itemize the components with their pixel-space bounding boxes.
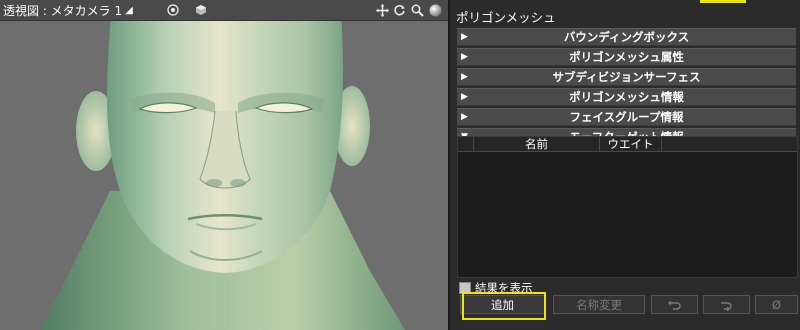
target-icon[interactable] xyxy=(166,3,180,17)
column-header-filler xyxy=(662,137,797,152)
section-face-group-info[interactable]: ▶ フェイスグループ情報 xyxy=(457,108,796,126)
expand-arrow-icon: ▶ xyxy=(461,72,468,82)
show-result-checkbox[interactable] xyxy=(459,282,471,294)
show-result-label: 結果を表示 xyxy=(475,281,533,295)
redo-arrow-button[interactable] xyxy=(703,295,750,314)
panel-title: ポリゴンメッシュ xyxy=(456,10,556,25)
table-header: 名前 ウエイト xyxy=(458,137,797,153)
accent-bar xyxy=(700,0,746,3)
expand-arrow-icon: ▶ xyxy=(461,112,468,122)
clear-button[interactable]: Ø xyxy=(755,295,798,314)
section-label: バウンディングボックス xyxy=(563,30,690,44)
section-subdivision-surface[interactable]: ▶ サブディビジョンサーフェス xyxy=(457,68,796,86)
rename-button[interactable]: 名称変更 xyxy=(553,295,645,314)
viewport-title: 透視図 : メタカメラ 1 xyxy=(3,3,123,18)
column-header-blank xyxy=(458,137,474,152)
redo-arrow-icon xyxy=(720,302,732,312)
expand-arrow-icon: ▶ xyxy=(461,52,468,62)
morph-target-table[interactable]: 名前 ウエイト xyxy=(457,136,798,278)
zoom-icon[interactable] xyxy=(410,3,424,17)
undo-arrow-icon xyxy=(667,300,681,310)
column-header-weight[interactable]: ウエイト xyxy=(600,137,662,152)
expand-arrow-icon: ▶ xyxy=(461,32,468,42)
section-polygon-mesh-attributes[interactable]: ▶ ポリゴンメッシュ属性 xyxy=(457,48,796,66)
add-button[interactable]: 追加 xyxy=(460,295,545,314)
section-bounding-box[interactable]: ▶ バウンディングボックス xyxy=(457,28,796,46)
perspective-viewport[interactable]: 透視図 : メタカメラ 1 ◢ xyxy=(0,0,448,330)
expand-arrow-icon: ▶ xyxy=(461,92,468,102)
viewport-header: 透視図 : メタカメラ 1 ◢ xyxy=(0,0,448,21)
section-label: ポリゴンメッシュ属性 xyxy=(569,50,684,64)
show-result-row: 結果を表示 xyxy=(459,280,533,296)
undo-arrow-button[interactable] xyxy=(651,295,698,314)
viewport-menu-corner-icon[interactable]: ◢ xyxy=(125,5,133,16)
section-polygon-mesh-info[interactable]: ▶ ポリゴンメッシュ情報 xyxy=(457,88,796,106)
properties-panel: ポリゴンメッシュ ▶ バウンディングボックス ▶ ポリゴンメッシュ属性 ▶ サブ… xyxy=(448,0,800,330)
rendered-head-model xyxy=(40,21,405,330)
move-icon[interactable] xyxy=(375,3,389,17)
sphere-icon[interactable] xyxy=(428,3,442,17)
section-label: ポリゴンメッシュ情報 xyxy=(569,90,684,104)
section-label: サブディビジョンサーフェス xyxy=(552,70,701,84)
cube-icon[interactable] xyxy=(194,3,208,17)
rotate-icon[interactable] xyxy=(392,3,406,17)
section-list: ▶ バウンディングボックス ▶ ポリゴンメッシュ属性 ▶ サブディビジョンサーフ… xyxy=(457,28,796,148)
clear-icon: Ø xyxy=(771,298,782,312)
section-label: フェイスグループ情報 xyxy=(569,110,684,124)
column-header-name[interactable]: 名前 xyxy=(474,137,600,152)
